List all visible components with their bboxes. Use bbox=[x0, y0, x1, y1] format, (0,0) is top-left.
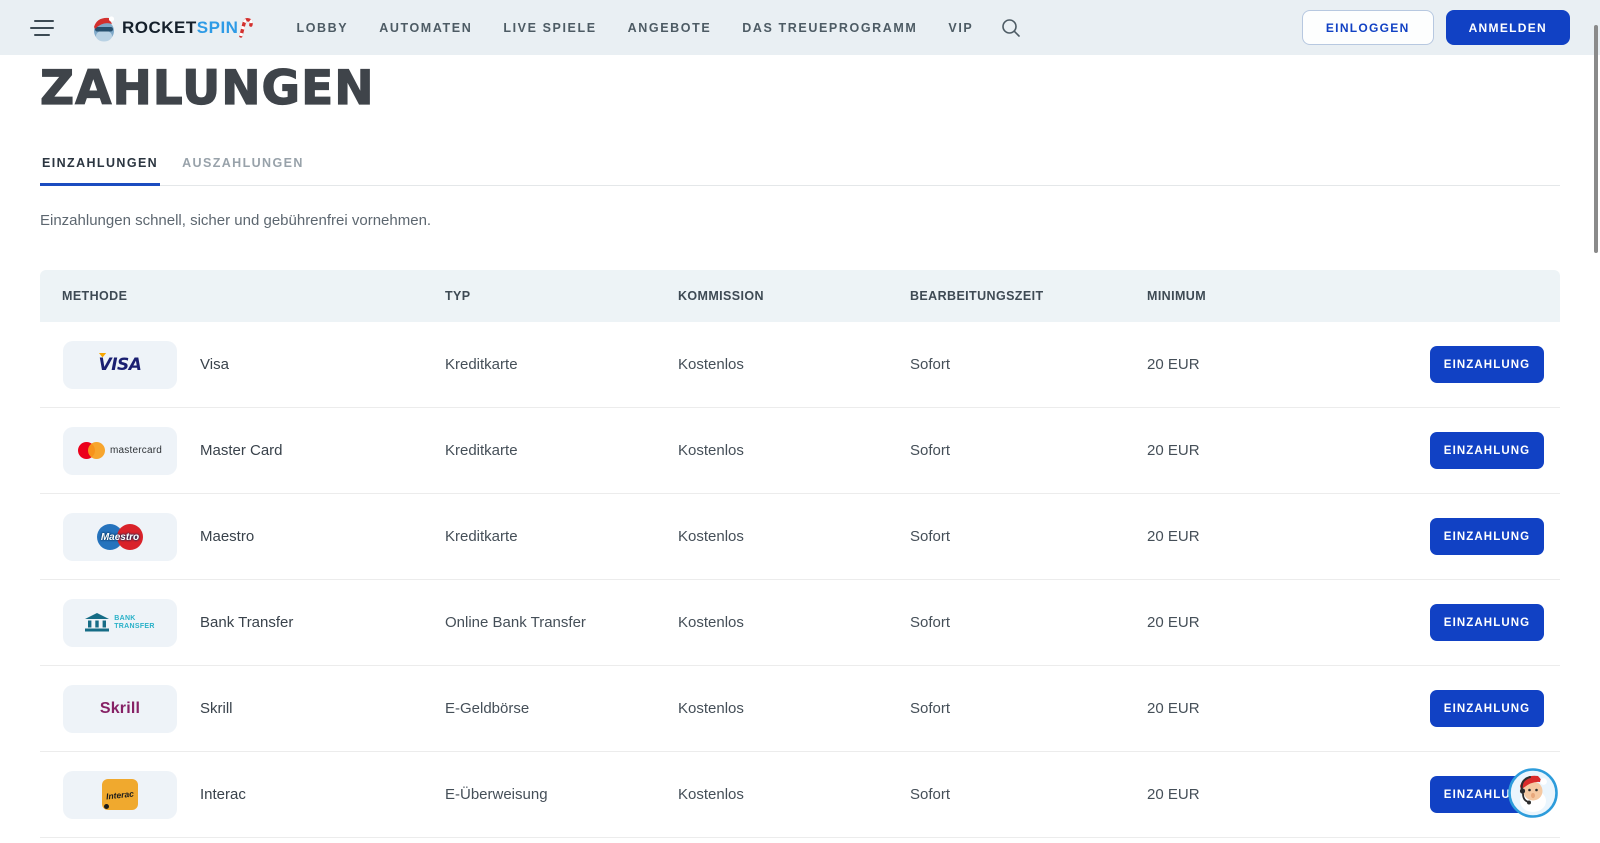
page-title: ZAHLUNGEN bbox=[40, 65, 1560, 112]
interac-logo-icon: Interac bbox=[102, 779, 138, 810]
method-processing-time: Sofort bbox=[910, 700, 1147, 717]
table-row: Skrill Skrill E-Geldbörse Kostenlos Sofo… bbox=[40, 666, 1560, 752]
method-processing-time: Sofort bbox=[910, 614, 1147, 631]
search-icon[interactable] bbox=[1000, 17, 1022, 39]
register-button[interactable]: ANMELDEN bbox=[1446, 10, 1570, 45]
header-kommission: KOMMISSION bbox=[678, 289, 910, 303]
method-type: Kreditkarte bbox=[445, 442, 678, 459]
support-chat-santa-widget[interactable] bbox=[1508, 768, 1558, 818]
method-minimum: 20 EUR bbox=[1147, 786, 1400, 803]
top-navigation: ROCKETSPIN LOBBY AUTOMATEN LIVE SPIELE A… bbox=[0, 0, 1600, 55]
method-minimum: 20 EUR bbox=[1147, 528, 1400, 545]
brand-name: ROCKETSPIN bbox=[122, 18, 238, 38]
payments-tabs: EINZAHLUNGEN AUSZAHLUNGEN bbox=[40, 156, 1560, 186]
deposit-button[interactable]: EINZAHLUNG bbox=[1430, 346, 1544, 383]
method-name: Master Card bbox=[200, 442, 445, 459]
tab-einzahlungen[interactable]: EINZAHLUNGEN bbox=[40, 156, 160, 186]
method-minimum: 20 EUR bbox=[1147, 614, 1400, 631]
nav-item-automaten[interactable]: AUTOMATEN bbox=[379, 21, 472, 35]
mastercard-logo-icon: mastercard bbox=[78, 442, 162, 459]
method-commission: Kostenlos bbox=[678, 700, 910, 717]
header-minimum: MINIMUM bbox=[1147, 289, 1560, 303]
method-processing-time: Sofort bbox=[910, 528, 1147, 545]
method-commission: Kostenlos bbox=[678, 442, 910, 459]
method-minimum: 20 EUR bbox=[1147, 442, 1400, 459]
payment-tile: mastercard bbox=[63, 427, 177, 475]
deposit-button[interactable]: EINZAHLUNG bbox=[1430, 518, 1544, 555]
method-minimum: 20 EUR bbox=[1147, 356, 1400, 373]
payment-tile: Maestro bbox=[63, 513, 177, 561]
nav-item-angebote[interactable]: ANGEBOTE bbox=[628, 21, 712, 35]
nav-item-treueprogramm[interactable]: DAS TREUEPROGRAMM bbox=[742, 21, 917, 35]
method-name: Interac bbox=[200, 786, 445, 803]
method-type: Online Bank Transfer bbox=[445, 614, 678, 631]
login-button[interactable]: EINLOGGEN bbox=[1302, 10, 1434, 45]
table-row: BANK TRANSFER Bank Transfer Online Bank … bbox=[40, 580, 1560, 666]
table-header-row: METHODE TYP KOMMISSION BEARBEITUNGSZEIT … bbox=[40, 270, 1560, 322]
page-description: Einzahlungen schnell, sicher und gebühre… bbox=[40, 212, 1560, 229]
nav-item-live-spiele[interactable]: LIVE SPIELE bbox=[503, 21, 596, 35]
tab-auszahlungen[interactable]: AUSZAHLUNGEN bbox=[180, 156, 306, 186]
nav-item-vip[interactable]: VIP bbox=[948, 21, 973, 35]
method-type: E-Geldbörse bbox=[445, 700, 678, 717]
maestro-logo-icon: Maestro bbox=[97, 524, 143, 550]
payment-tile: Skrill bbox=[63, 685, 177, 733]
skrill-logo-icon: Skrill bbox=[100, 700, 140, 718]
method-type: Kreditkarte bbox=[445, 528, 678, 545]
method-type: E-Überweisung bbox=[445, 786, 678, 803]
deposit-button[interactable]: EINZAHLUNG bbox=[1430, 604, 1544, 641]
table-row: Maestro Maestro Kreditkarte Kostenlos So… bbox=[40, 494, 1560, 580]
payments-page: ZAHLUNGEN EINZAHLUNGEN AUSZAHLUNGEN Einz… bbox=[0, 65, 1600, 838]
bank-transfer-logo-icon: BANK TRANSFER bbox=[85, 613, 155, 632]
method-processing-time: Sofort bbox=[910, 786, 1147, 803]
santa-mascot-icon bbox=[90, 14, 118, 42]
deposit-button[interactable]: EINZAHLUNG bbox=[1430, 690, 1544, 727]
method-processing-time: Sofort bbox=[910, 442, 1147, 459]
payment-methods-table: METHODE TYP KOMMISSION BEARBEITUNGSZEIT … bbox=[40, 270, 1560, 838]
candy-cane-icon bbox=[238, 15, 255, 39]
table-row: Interac Interac E-Überweisung Kostenlos … bbox=[40, 752, 1560, 838]
payment-tile: BANK TRANSFER bbox=[63, 599, 177, 647]
vertical-scrollbar[interactable] bbox=[1594, 25, 1598, 253]
method-commission: Kostenlos bbox=[678, 528, 910, 545]
method-name: Bank Transfer bbox=[200, 614, 445, 631]
nav-item-lobby[interactable]: LOBBY bbox=[296, 21, 348, 35]
table-row: mastercard Master Card Kreditkarte Koste… bbox=[40, 408, 1560, 494]
method-commission: Kostenlos bbox=[678, 786, 910, 803]
menu-hamburger-icon[interactable] bbox=[30, 20, 56, 36]
method-commission: Kostenlos bbox=[678, 356, 910, 373]
deposit-button[interactable]: EINZAHLUNG bbox=[1430, 432, 1544, 469]
payment-tile: VISA bbox=[63, 341, 177, 389]
payment-tile: Interac bbox=[63, 771, 177, 819]
method-type: Kreditkarte bbox=[445, 356, 678, 373]
method-minimum: 20 EUR bbox=[1147, 700, 1400, 717]
method-processing-time: Sofort bbox=[910, 356, 1147, 373]
method-name: Skrill bbox=[200, 700, 445, 717]
header-bearbeitungszeit: BEARBEITUNGSZEIT bbox=[910, 289, 1147, 303]
header-typ: TYP bbox=[445, 289, 678, 303]
auth-buttons: EINLOGGEN ANMELDEN bbox=[1302, 10, 1570, 45]
visa-logo-icon: VISA bbox=[99, 355, 142, 375]
rocketspin-logo[interactable]: ROCKETSPIN bbox=[90, 14, 252, 42]
method-commission: Kostenlos bbox=[678, 614, 910, 631]
method-name: Maestro bbox=[200, 528, 445, 545]
main-menu: LOBBY AUTOMATEN LIVE SPIELE ANGEBOTE DAS… bbox=[296, 21, 973, 35]
method-name: Visa bbox=[200, 356, 445, 373]
header-methode: METHODE bbox=[62, 289, 445, 303]
table-row: VISA Visa Kreditkarte Kostenlos Sofort 2… bbox=[40, 322, 1560, 408]
